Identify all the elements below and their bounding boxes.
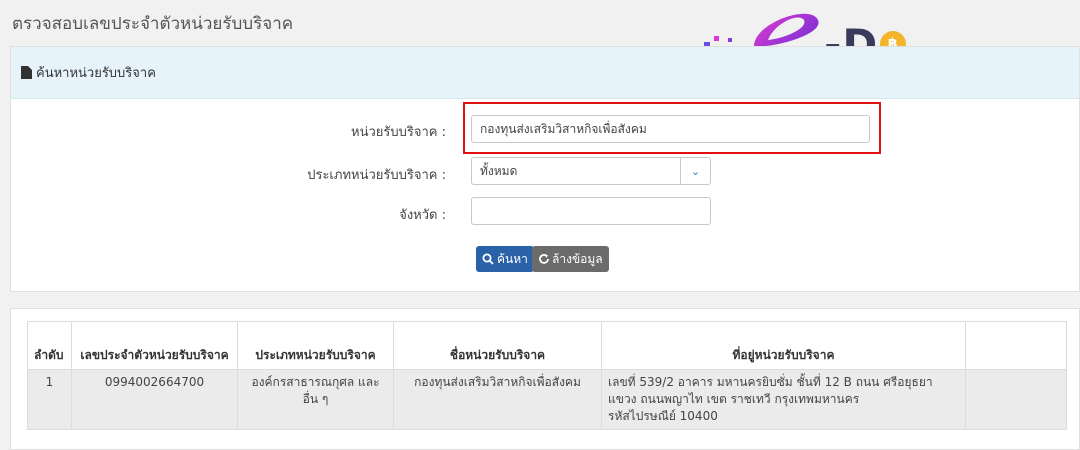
cell-tax-id: 0994002664700 — [71, 369, 238, 430]
column-header-no: ลำดับ — [27, 321, 72, 370]
highlight-box — [463, 102, 881, 154]
address-line-3: รหัสไปรษณีย์ 10400 — [608, 409, 718, 423]
chevron-down-icon[interactable]: ⌄ — [680, 158, 710, 184]
cell-name: กองทุนส่งเสริมวิสาหกิจเพื่อสังคม — [393, 369, 602, 430]
province-input[interactable] — [471, 197, 711, 225]
table-header-row: ลำดับ เลขประจำตัวหน่วยรับบริจาค ประเภทหน… — [27, 321, 1067, 370]
cell-blank — [965, 369, 1067, 430]
column-header-type: ประเภทหน่วยรับบริจาค — [237, 321, 394, 370]
table-row: 1 0994002664700 องค์กรสาธารณกุศล และอื่น… — [27, 369, 1067, 430]
results-table: ลำดับ เลขประจำตัวหน่วยรับบริจาค ประเภทหน… — [27, 321, 1067, 430]
column-header-blank — [965, 321, 1067, 370]
cell-address: เลขที่ 539/2 อาคาร มหานครยิบซั่ม ชั้นที่… — [601, 369, 966, 430]
page-title: ตรวจสอบเลขประจำตัวหน่วยรับบริจาค — [12, 14, 294, 34]
address-line-1: เลขที่ 539/2 อาคาร มหานครยิบซั่ม ชั้นที่… — [608, 375, 933, 389]
province-label: จังหวัด : — [399, 208, 446, 223]
type-select-value: ทั้งหมด — [480, 163, 518, 178]
column-header-address: ที่อยู่หน่วยรับบริจาค — [601, 321, 966, 370]
refresh-icon — [539, 254, 549, 264]
document-icon — [21, 66, 32, 79]
search-icon — [482, 253, 494, 265]
search-button-label: ค้นหา — [497, 251, 528, 266]
organization-label: หน่วยรับบริจาค : — [351, 125, 446, 140]
search-panel-header: ค้นหาหน่วยรับบริจาค — [11, 47, 1079, 99]
type-label: ประเภทหน่วยรับบริจาค : — [307, 168, 446, 183]
cell-no: 1 — [27, 369, 72, 430]
results-panel: ลำดับ เลขประจำตัวหน่วยรับบริจาค ประเภทหน… — [10, 308, 1080, 450]
cell-type: องค์กรสาธารณกุศล และอื่น ๆ — [237, 369, 394, 430]
search-panel-title: ค้นหาหน่วยรับบริจาค — [36, 66, 156, 81]
search-button[interactable]: ค้นหา — [476, 246, 534, 272]
clear-button[interactable]: ล้างข้อมูล — [532, 246, 609, 272]
type-select[interactable]: ทั้งหมด ⌄ — [471, 157, 711, 185]
column-header-name: ชื่อหน่วยรับบริจาค — [393, 321, 602, 370]
clear-button-label: ล้างข้อมูล — [552, 251, 603, 266]
address-line-2: แขวง ถนนพญาไท เขต ราชเทวี กรุงเทพมหานคร — [608, 392, 860, 406]
column-header-tax-id: เลขประจำตัวหน่วยรับบริจาค — [71, 321, 238, 370]
